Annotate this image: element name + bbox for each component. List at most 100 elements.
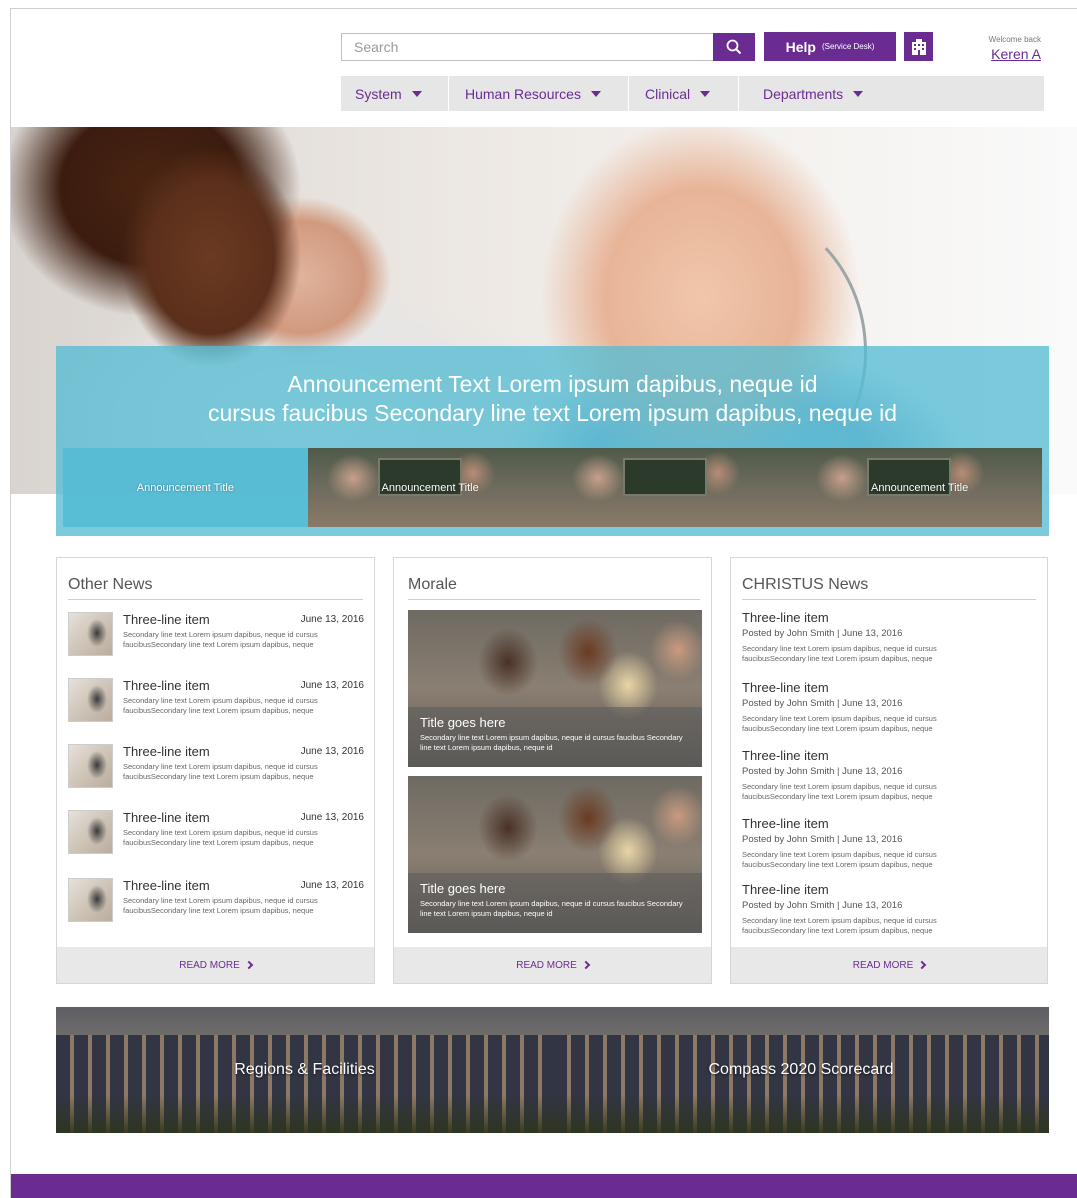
help-label: Help xyxy=(785,38,816,55)
announcement-carousel: Announcement Title Announcement Title An… xyxy=(63,448,1042,527)
morale-body: Secondary line text Lorem ipsum dapibus,… xyxy=(420,733,683,752)
news-body: Secondary line text Lorem ipsum dapibus,… xyxy=(123,828,318,847)
news-meta: Posted by John Smith | June 13, 2016 xyxy=(742,900,903,911)
divider xyxy=(742,599,1036,600)
morale-body: Secondary line text Lorem ipsum dapibus,… xyxy=(420,899,683,918)
morale-title: Title goes here xyxy=(420,881,506,896)
nav-label: System xyxy=(355,85,402,102)
morale-card: Morale Title goes here Secondary line te… xyxy=(393,557,712,984)
news-heading: Three-line item xyxy=(742,816,829,831)
search-bar xyxy=(341,33,755,61)
search-input[interactable] xyxy=(342,34,714,60)
news-heading: Three-line item xyxy=(742,882,829,897)
news-body: Secondary line text Lorem ipsum dapibus,… xyxy=(742,714,937,733)
card-title: Other News xyxy=(68,576,153,593)
read-more-link[interactable]: READ MORE xyxy=(394,947,711,983)
news-thumbnail xyxy=(68,878,113,922)
announcement-line-2: cursus faucibus Secondary line text Lore… xyxy=(207,400,898,426)
read-more-label: READ MORE xyxy=(516,959,577,971)
announcement-line-1: Announcement Text Lorem ipsum dapibus, n… xyxy=(287,371,818,397)
news-heading: Three-line item xyxy=(123,612,210,627)
news-item[interactable]: Three-line item June 13, 2016 Secondary … xyxy=(68,744,364,792)
announcement-thumb-3[interactable] xyxy=(552,448,798,527)
read-more-label: READ MORE xyxy=(852,959,914,971)
tile-label: Regions & Facilities xyxy=(234,1061,375,1078)
news-date: June 13, 2016 xyxy=(300,614,364,625)
news-item[interactable]: Three-line item June 13, 2016 Secondary … xyxy=(68,810,364,858)
nav-label: Clinical xyxy=(645,85,691,102)
announcement-thumb-title: Announcement Title xyxy=(136,481,234,494)
christus-news-item[interactable]: Three-line item Posted by John Smith | J… xyxy=(742,816,1038,869)
news-heading: Three-line item xyxy=(742,748,829,763)
news-meta: Posted by John Smith | June 13, 2016 xyxy=(742,834,903,845)
read-more-label: READ MORE xyxy=(179,959,240,971)
news-item[interactable]: Three-line item June 13, 2016 Secondary … xyxy=(68,612,364,660)
news-date: June 13, 2016 xyxy=(300,880,364,891)
caret-down-icon xyxy=(590,90,601,97)
morale-item[interactable]: Title goes here Secondary line text Lore… xyxy=(408,776,702,933)
caret-down-icon xyxy=(411,90,422,97)
news-heading: Three-line item xyxy=(123,878,210,893)
help-sub-label: (Service Desk) xyxy=(821,42,875,51)
caret-down-icon xyxy=(853,90,864,97)
christus-news-item[interactable]: Three-line item Posted by John Smith | J… xyxy=(742,748,1038,801)
chevron-right-icon xyxy=(581,960,591,970)
help-button[interactable]: Help (Service Desk) xyxy=(764,32,896,61)
news-meta: Posted by John Smith | June 13, 2016 xyxy=(742,698,903,709)
nav-item-clinical[interactable]: Clinical xyxy=(629,76,739,111)
announcement-thumb-2[interactable]: Announcement Title xyxy=(307,448,553,527)
news-body: Secondary line text Lorem ipsum dapibus,… xyxy=(123,630,318,649)
announcement-thumb-title xyxy=(553,448,798,527)
other-news-card: Other News Three-line item June 13, 2016… xyxy=(56,557,375,984)
news-thumbnail xyxy=(68,678,113,722)
nav-item-system[interactable]: System xyxy=(341,76,449,111)
announcement-thumb-1[interactable]: Announcement Title xyxy=(63,448,308,527)
news-body: Secondary line text Lorem ipsum dapibus,… xyxy=(742,850,937,869)
news-date: June 13, 2016 xyxy=(300,812,364,823)
welcome-greeting: Welcome back xyxy=(988,35,1041,44)
card-title: CHRISTUS News xyxy=(742,576,869,593)
nav-label: Departments xyxy=(763,85,844,102)
user-link[interactable]: Keren A xyxy=(989,46,1041,62)
news-thumbnail xyxy=(68,810,113,854)
news-heading: Three-line item xyxy=(123,810,210,825)
divider xyxy=(68,599,363,600)
announcement-thumb-title: Announcement Title xyxy=(381,481,479,494)
read-more-link[interactable]: READ MORE xyxy=(731,947,1047,983)
nav-item-departments[interactable]: Departments xyxy=(739,76,1044,111)
building-icon xyxy=(911,38,926,55)
nav-item-human-resources[interactable]: Human Resources xyxy=(449,76,629,111)
news-item[interactable]: Three-line item June 13, 2016 Secondary … xyxy=(68,878,364,926)
news-heading: Three-line item xyxy=(742,680,829,695)
news-body: Secondary line text Lorem ipsum dapibus,… xyxy=(123,696,318,715)
chevron-right-icon xyxy=(918,960,927,970)
search-icon xyxy=(726,39,742,55)
christus-news-item[interactable]: Three-line item Posted by John Smith | J… xyxy=(742,680,1038,733)
morale-caption: Title goes here Secondary line text Lore… xyxy=(408,873,702,933)
tile-label: Compass 2020 Scorecard xyxy=(708,1061,894,1078)
news-body: Secondary line text Lorem ipsum dapibus,… xyxy=(123,762,318,781)
news-thumbnail xyxy=(68,744,113,788)
news-body: Secondary line text Lorem ipsum dapibus,… xyxy=(742,916,937,935)
announcement-thumb-4[interactable]: Announcement Title xyxy=(797,448,1042,527)
facilities-button[interactable] xyxy=(904,32,933,61)
news-meta: Posted by John Smith | June 13, 2016 xyxy=(742,766,903,777)
christus-news-card: CHRISTUS News Three-line item Posted by … xyxy=(730,557,1048,984)
announcement-text: Announcement Text Lorem ipsum dapibus, n… xyxy=(56,370,1049,428)
search-button[interactable] xyxy=(713,33,755,61)
news-body: Secondary line text Lorem ipsum dapibus,… xyxy=(742,782,937,801)
news-heading: Three-line item xyxy=(123,678,210,693)
footer-bar xyxy=(11,1174,1077,1198)
nav-label: Human Resources xyxy=(465,85,581,102)
news-item[interactable]: Three-line item June 13, 2016 Secondary … xyxy=(68,678,364,726)
regions-facilities-tile[interactable]: Regions & Facilities xyxy=(56,1007,553,1133)
read-more-link[interactable]: READ MORE xyxy=(57,947,374,983)
morale-caption: Title goes here Secondary line text Lore… xyxy=(408,707,702,767)
news-date: June 13, 2016 xyxy=(300,680,364,691)
christus-news-item[interactable]: Three-line item Posted by John Smith | J… xyxy=(742,610,1038,663)
christus-news-item[interactable]: Three-line item Posted by John Smith | J… xyxy=(742,882,1038,935)
morale-item[interactable]: Title goes here Secondary line text Lore… xyxy=(408,610,702,767)
compass-scorecard-tile[interactable]: Compass 2020 Scorecard xyxy=(553,1007,1049,1133)
announcement-banner: Announcement Text Lorem ipsum dapibus, n… xyxy=(56,346,1049,536)
news-body: Secondary line text Lorem ipsum dapibus,… xyxy=(123,896,318,915)
